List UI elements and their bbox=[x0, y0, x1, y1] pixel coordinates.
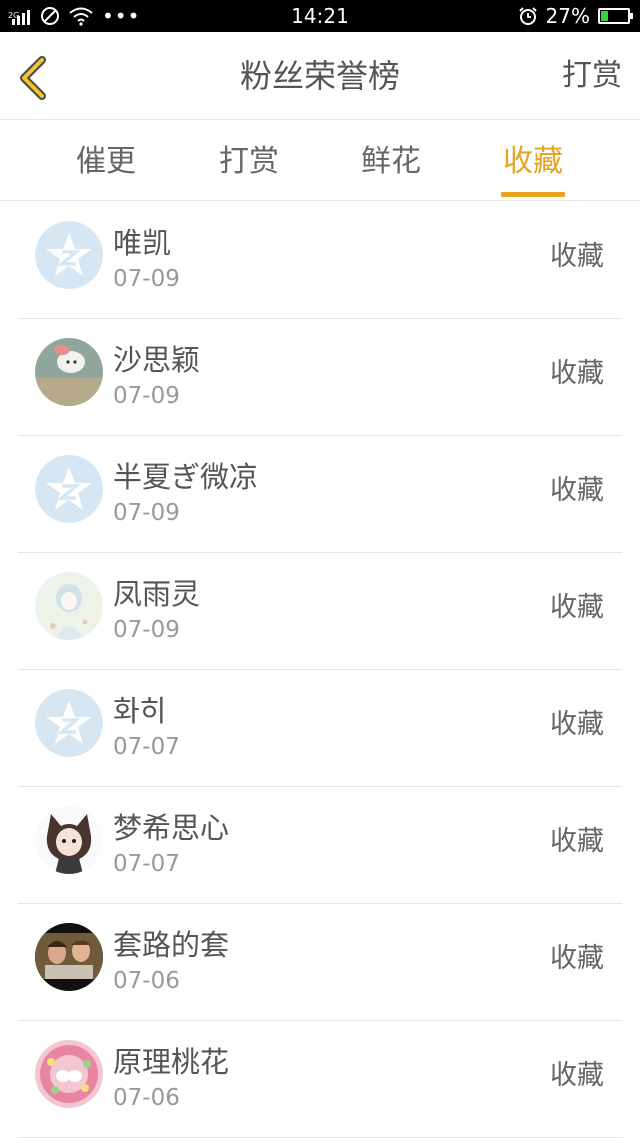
support-type: 收藏 bbox=[550, 475, 604, 506]
white-dog-photo bbox=[35, 338, 103, 406]
anime-cat-girl bbox=[35, 806, 103, 874]
support-type: 收藏 bbox=[550, 241, 604, 272]
fan-date: 07-06 bbox=[113, 968, 180, 994]
page-title: 粉丝荣誉榜 bbox=[239, 57, 400, 95]
support-type: 收藏 bbox=[550, 943, 604, 974]
list-item[interactable]: 唯凯 07-09 收藏 bbox=[18, 202, 622, 319]
fan-name: 唯凯 bbox=[113, 226, 172, 260]
fan-date: 07-09 bbox=[113, 500, 180, 526]
fan-name: 套路的套 bbox=[113, 928, 230, 962]
tab-favorites[interactable]: 收藏 bbox=[473, 121, 593, 201]
list-item[interactable]: 套路的套 07-06 收藏 bbox=[18, 904, 622, 1021]
support-type: 收藏 bbox=[550, 826, 604, 857]
default-qq-icon bbox=[35, 455, 103, 523]
list-item[interactable]: 화히 07-07 收藏 bbox=[18, 670, 622, 787]
fan-date: 07-07 bbox=[113, 851, 180, 877]
battery-icon bbox=[598, 8, 633, 24]
list-item[interactable]: 梦希思心 07-07 收藏 bbox=[18, 787, 622, 904]
fan-name: 半夏ぎ微凉 bbox=[113, 460, 259, 494]
fan-name: 화히 bbox=[113, 694, 167, 728]
movie-couple-photo bbox=[35, 923, 103, 991]
reward-button[interactable]: 打赏 bbox=[562, 32, 622, 120]
fan-name: 原理桃花 bbox=[113, 1045, 230, 1079]
fan-name: 凤雨灵 bbox=[113, 577, 201, 611]
support-type: 收藏 bbox=[550, 592, 604, 623]
fan-list: 唯凯 07-09 收藏 沙思颖 07-09 收藏 半夏ぎ微凉 07-09 收藏 … bbox=[18, 202, 622, 1138]
fan-name: 沙思颖 bbox=[113, 343, 201, 377]
fan-date: 07-09 bbox=[113, 617, 180, 643]
tab-bar: 催更 打赏 鲜花 收藏 bbox=[0, 121, 640, 201]
list-item[interactable]: 凤雨灵 07-09 收藏 bbox=[18, 553, 622, 670]
tab-urge-update[interactable]: 催更 bbox=[46, 121, 166, 201]
fan-date: 07-06 bbox=[113, 1085, 180, 1111]
list-item[interactable]: 原理桃花 07-06 收藏 bbox=[18, 1021, 622, 1138]
support-type: 收藏 bbox=[550, 709, 604, 740]
battery-percent: 27% bbox=[545, 4, 590, 28]
list-item[interactable]: 沙思颖 07-09 收藏 bbox=[18, 319, 622, 436]
default-qq-icon bbox=[35, 221, 103, 289]
support-type: 收藏 bbox=[550, 1060, 604, 1091]
battery-level bbox=[601, 11, 609, 21]
fan-name: 梦希思心 bbox=[113, 811, 230, 845]
tab-flowers[interactable]: 鲜花 bbox=[331, 121, 451, 201]
tab-reward[interactable]: 打赏 bbox=[189, 121, 309, 201]
default-qq-icon bbox=[35, 689, 103, 757]
status-right: 27% bbox=[518, 0, 633, 32]
support-type: 收藏 bbox=[550, 358, 604, 389]
flower-wreath-photo bbox=[35, 1040, 103, 1108]
fan-date: 07-09 bbox=[113, 266, 180, 292]
anime-girl-sketch bbox=[35, 572, 103, 640]
fan-date: 07-09 bbox=[113, 383, 180, 409]
header: 粉丝荣誉榜 打赏 bbox=[0, 32, 640, 120]
fan-date: 07-07 bbox=[113, 734, 180, 760]
list-item[interactable]: 半夏ぎ微凉 07-09 收藏 bbox=[18, 436, 622, 553]
alarm-icon bbox=[518, 7, 537, 25]
status-bar: 2G ••• 14:21 27% bbox=[0, 0, 640, 32]
active-tab-indicator bbox=[501, 192, 565, 197]
